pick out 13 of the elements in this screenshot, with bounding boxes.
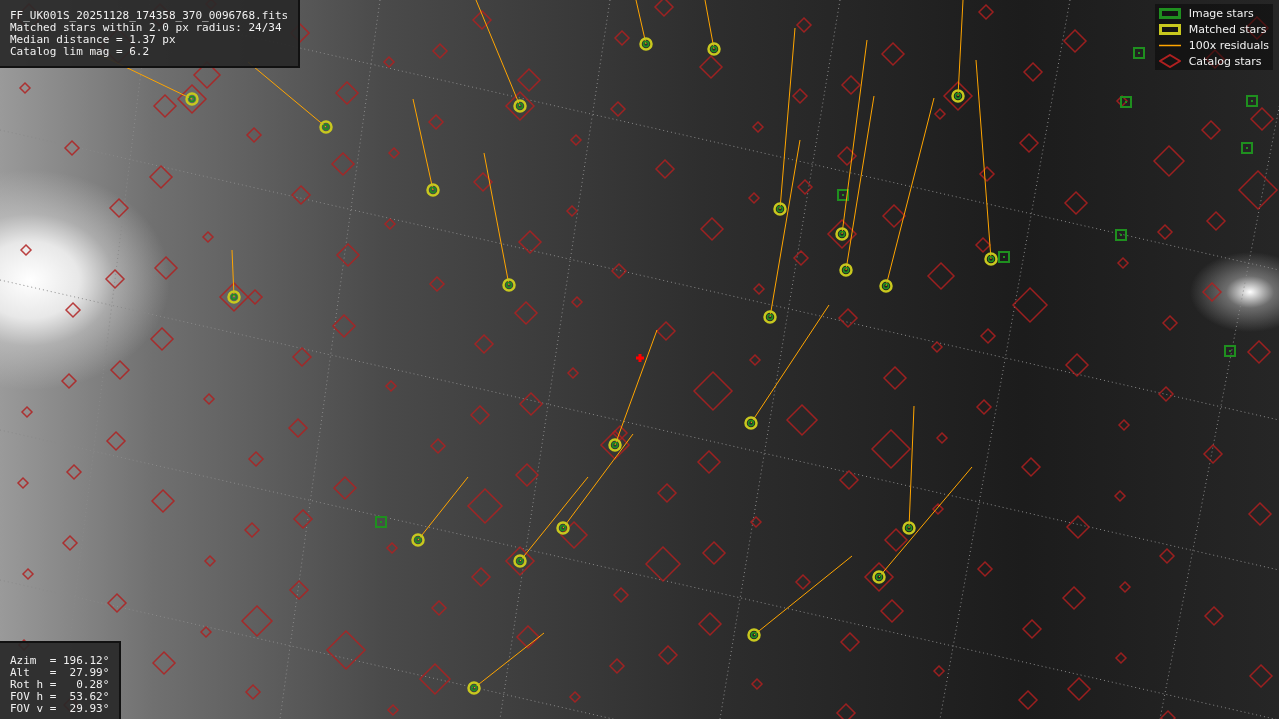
pointing-text: FOV v = 29.93° — [10, 703, 110, 715]
info-text: FF_UK001S_20251128_174358_370_0096768.fits — [10, 10, 289, 22]
info-text: Matched stars within 2.0 px radius: 24/34 — [10, 22, 282, 34]
legend-label: Matched stars — [1188, 22, 1267, 36]
pointing-text: FOV h = 53.62° — [10, 691, 110, 703]
info-text: Median distance = 1.37 px — [10, 34, 177, 46]
legend-label: Catalog stars — [1188, 54, 1262, 68]
pointing-text: Rot h = 0.28° — [10, 679, 110, 691]
pointing-text: Alt = 27.99° — [10, 667, 110, 679]
legend-label: Image stars — [1188, 6, 1254, 20]
legend-label: 100x residuals — [1188, 38, 1269, 52]
pointing-text: Azim = 196.12° — [10, 655, 110, 667]
info-text: Catalog lim mag = 6.2 — [10, 46, 151, 58]
